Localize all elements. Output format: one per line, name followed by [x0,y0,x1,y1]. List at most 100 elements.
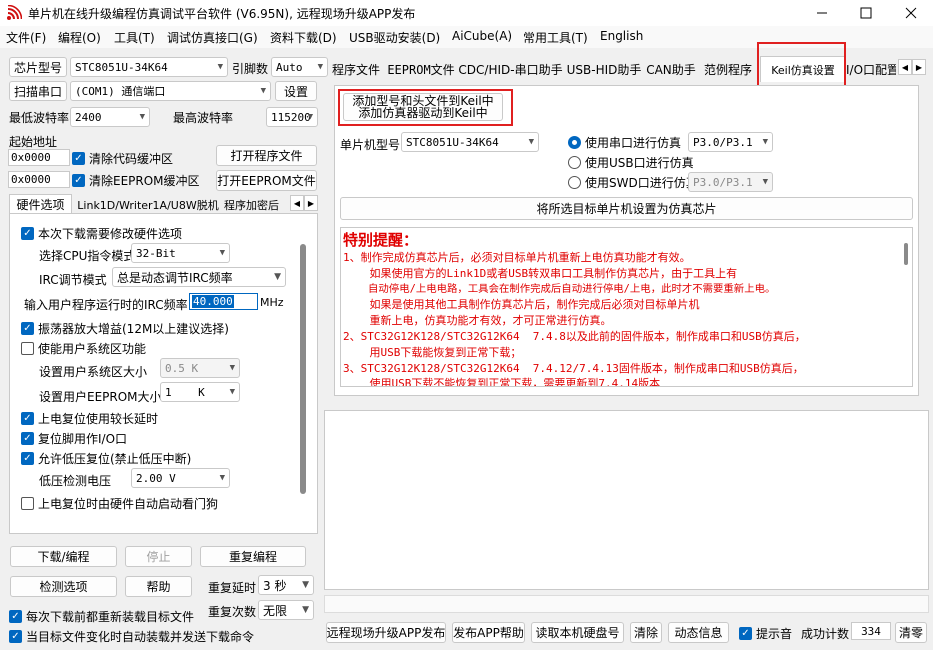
menu-usb-driver[interactable]: USB驱动安装(D) [349,29,440,46]
port-select[interactable]: (COM1) 通信端口 ▼ [70,81,271,101]
repeat-count-select[interactable]: 无限 ▼ [258,600,314,620]
chevron-down-icon: ▼ [307,112,313,122]
serial-port-select[interactable]: P3.0/P3.1 ▼ [688,132,773,152]
tab-can[interactable]: CAN助手 [646,58,696,80]
stop-button[interactable]: 停止 [125,546,192,567]
low-voltage-reset-checkbox[interactable]: ✓ 允许低压复位(禁止低压中断) [21,450,191,467]
eeprom-size-select[interactable]: 1 K ▼ [160,382,240,402]
reprogram-button[interactable]: 重复编程 [200,546,306,567]
pin-count-label: 引脚数 [232,62,269,76]
serial-simulation-radio[interactable]: 使用串口进行仿真 [568,134,681,151]
notice-scrollbar[interactable] [904,243,908,265]
menu-common-tools[interactable]: 常用工具(T) [523,29,588,46]
tab-offline[interactable]: Link1D/Writer1A/U8W脱机 [73,196,223,214]
tab-io-config[interactable]: I/O口配置 [846,58,896,80]
clear-code-buffer-checkbox[interactable]: ✓ 清除代码缓冲区 [72,150,173,167]
irc-mode-select[interactable]: 总是动态调节IRC频率 ▼ [112,267,286,287]
checkmark-icon: ✓ [21,412,34,425]
title-bar: 单片机在线升级编程仿真调试平台软件 (V6.95N), 远程现场升级APP发布 [0,0,933,26]
maximize-icon[interactable] [844,0,888,26]
menu-program[interactable]: 编程(O) [58,29,101,46]
mcu-model-label: 单片机型号 [340,138,401,152]
chevron-down-icon: ▼ [217,62,223,72]
menu-english[interactable]: English [600,29,643,43]
reset-count-button[interactable]: 清零 [895,622,927,643]
sys-area-size-select[interactable]: 0.5 K ▼ [160,358,240,378]
dynamic-info-button[interactable]: 动态信息 [668,622,729,643]
tab-hardware-options[interactable]: 硬件选项 [9,194,72,214]
scan-port-button[interactable]: 扫描串口 [9,81,67,101]
check-options-button[interactable]: 检测选项 [10,576,117,597]
beep-checkbox[interactable]: ✓ 提示音 [739,625,792,642]
checkmark-icon: ✓ [21,432,34,445]
start-address-input[interactable]: 0x0000 [8,149,70,166]
chevron-down-icon: ▼ [302,605,309,615]
eeprom-address-input[interactable]: 0x0000 [8,171,70,188]
pin-count-select[interactable]: Auto ▼ [271,57,328,77]
checkmark-icon: ✓ [21,322,34,335]
low-voltage-detect-select[interactable]: 2.00 V ▼ [131,468,230,488]
modify-hw-options-checkbox[interactable]: ✓ 本次下载需要修改硬件选项 [21,225,182,242]
open-eeprom-file-button[interactable]: 打开EEPROM文件 [216,170,317,191]
notice-lines: 1、制作完成仿真芯片后，必须对目标单片机重新上电仿真功能才有效。 如果使用官方的… [343,250,898,386]
clear-button[interactable]: 清除 [630,622,662,643]
minimize-icon[interactable] [800,0,844,26]
power-on-delay-checkbox[interactable]: ✓ 上电复位使用较长延时 [21,410,158,427]
menu-aicube[interactable]: AiCube(A) [452,29,512,43]
irc-frequency-unit: MHz [260,296,284,309]
irc-mode-label: IRC调节模式 [39,273,107,287]
watchdog-checkbox[interactable]: 上电复位时由硬件自动启动看门狗 [21,495,218,512]
reset-pin-io-checkbox[interactable]: ✓ 复位脚用作I/O口 [21,430,127,447]
download-program-button[interactable]: 下载/编程 [10,546,117,567]
tab-encryption[interactable]: 程序加密后 [224,196,288,214]
publish-app-help-button[interactable]: 发布APP帮助 [452,622,525,643]
notice-line: 用USB下载能恢复到正常下载； [343,345,522,359]
read-disk-id-button[interactable]: 读取本机硬盘号 [531,622,624,643]
help-button[interactable]: 帮助 [125,576,192,597]
chevron-down-icon: ▼ [260,86,266,96]
success-count-label: 成功计数 [801,627,850,641]
usb-simulation-radio[interactable]: 使用USB口进行仿真 [568,154,694,171]
auto-send-on-change-checkbox[interactable]: ✓ 当目标文件变化时自动装载并发送下载命令 [9,628,254,645]
max-baud-select[interactable]: 115200 ▼ [266,107,318,127]
eeprom-size-label: 设置用户EEPROM大小 [39,390,162,404]
set-simulation-chip-button[interactable]: 将所选目标单片机设置为仿真芯片 [340,197,913,220]
menu-debug-interface[interactable]: 调试仿真接口(G) [167,29,258,46]
osc-gain-checkbox[interactable]: ✓ 振荡器放大增益(12M以上建议选择) [21,320,229,337]
menu-downloads[interactable]: 资料下载(D) [270,29,337,46]
swd-simulation-radio[interactable]: 使用SWD口进行仿真 [568,174,698,191]
settings-button[interactable]: 设置 [275,81,317,101]
tab-scroll-left-icon[interactable]: ◀ [290,195,304,211]
repeat-delay-label: 重复延时 [208,581,257,595]
output-log[interactable] [324,410,929,590]
tab-program-file[interactable]: 程序文件 [328,58,384,80]
horizontal-scrollbar[interactable] [324,595,929,613]
tab-cdc-hid-serial[interactable]: CDC/HID-串口助手 [458,58,562,80]
chevron-down-icon: ▼ [219,473,225,483]
chip-model-select[interactable]: STC8051U-34K64 ▼ [70,57,228,77]
tab-scroll-right-icon[interactable]: ▶ [912,59,926,75]
irc-frequency-label: 输入用户程序运行时的IRC频率 [24,298,188,312]
tab-scroll-left-icon[interactable]: ◀ [898,59,912,75]
tab-usb-hid[interactable]: USB-HID助手 [567,58,642,80]
remote-upgrade-button[interactable]: 远程现场升级APP发布 [326,622,446,643]
swd-port-select[interactable]: P3.0/P3.1 ▼ [688,172,773,192]
reload-before-download-checkbox[interactable]: ✓ 每次下载前都重新装载目标文件 [9,608,194,625]
open-program-file-button[interactable]: 打开程序文件 [216,145,317,166]
tab-examples[interactable]: 范例程序 [701,58,755,80]
repeat-delay-select[interactable]: 3 秒 ▼ [258,575,314,595]
user-system-area-checkbox[interactable]: 使能用户系统区功能 [21,340,146,357]
menu-file[interactable]: 文件(F) [6,29,46,46]
tab-eeprom-file[interactable]: EEPROM文件 [387,58,454,80]
clear-eeprom-buffer-checkbox[interactable]: ✓ 清除EEPROM缓冲区 [72,172,200,189]
menu-tools[interactable]: 工具(T) [114,29,155,46]
close-icon[interactable] [888,0,933,26]
cpu-mode-select[interactable]: 32-Bit ▼ [131,243,230,263]
options-scrollbar[interactable] [300,244,306,494]
mcu-model-select[interactable]: STC8051U-34K64 ▼ [401,132,539,152]
notice-box: 特别提醒： 1、制作完成仿真芯片后，必须对目标单片机重新上电仿真功能才有效。 如… [340,227,913,387]
window-title: 单片机在线升级编程仿真调试平台软件 (V6.95N), 远程现场升级APP发布 [28,7,416,21]
irc-frequency-input[interactable]: 40.000 [189,293,258,310]
min-baud-select[interactable]: 2400 ▼ [70,107,150,127]
tab-scroll-right-icon[interactable]: ▶ [304,195,318,211]
